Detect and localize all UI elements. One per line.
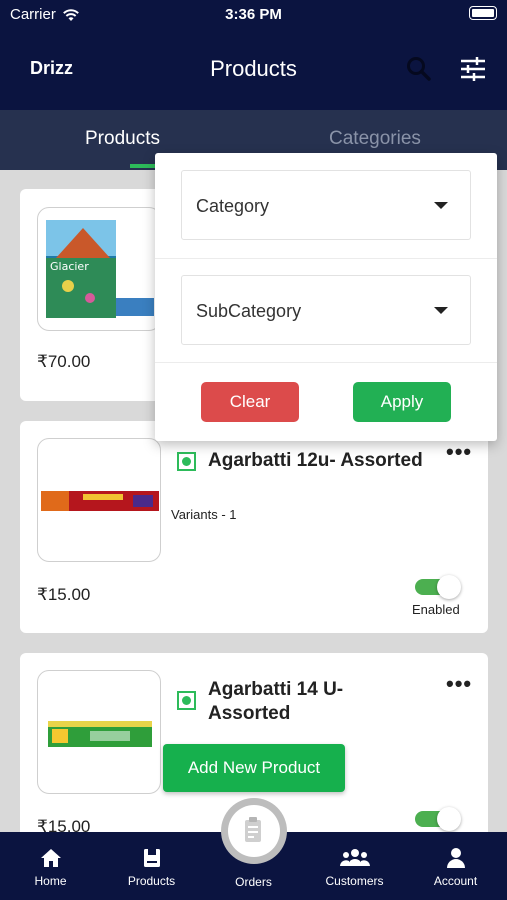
search-button[interactable] — [404, 54, 434, 84]
product-image — [37, 438, 161, 562]
chevron-down-icon — [434, 202, 448, 209]
subcategory-select[interactable]: SubCategory — [181, 275, 471, 345]
product-image-art: Glacier — [46, 220, 154, 318]
tab-products[interactable]: Products — [85, 128, 160, 150]
product-image-art — [48, 721, 152, 747]
nav-label: Account — [433, 874, 478, 888]
category-select[interactable]: Category — [181, 170, 471, 240]
filter-panel: Category SubCategory Clear Apply — [155, 153, 497, 441]
nav-label: Home — [34, 874, 67, 888]
more-options-icon[interactable]: ••• — [446, 439, 472, 465]
orders-icon — [245, 817, 261, 842]
divider — [155, 362, 497, 363]
nav-item-account[interactable]: Account — [405, 832, 506, 900]
tab-categories[interactable]: Categories — [329, 128, 421, 150]
veg-indicator-icon — [177, 691, 196, 710]
svg-text:Glacier: Glacier — [50, 260, 89, 273]
home-icon — [40, 849, 61, 867]
products-icon — [143, 849, 160, 867]
toggle-knob — [437, 807, 461, 831]
nav-label: Orders — [235, 875, 272, 889]
subcategory-select-label: SubCategory — [196, 301, 302, 321]
product-price: ₹70.00 — [37, 352, 91, 371]
toggle-knob — [437, 575, 461, 599]
product-variants: Variants - 1 — [171, 507, 237, 522]
more-options-icon[interactable]: ••• — [446, 671, 472, 697]
category-select-label: Category — [196, 196, 270, 216]
product-image — [37, 670, 161, 794]
orders-fab[interactable] — [221, 798, 287, 864]
sliders-icon — [461, 57, 485, 81]
add-new-product-button[interactable]: Add New Product — [163, 744, 345, 792]
product-name: Agarbatti 14 U- Assorted — [208, 679, 344, 724]
veg-indicator-icon — [177, 452, 196, 471]
divider — [155, 258, 497, 259]
nav-item-products[interactable]: Products — [101, 832, 202, 900]
filter-button[interactable] — [458, 54, 488, 84]
customers-icon — [339, 849, 370, 866]
nav-label: Products — [127, 874, 176, 888]
search-icon — [407, 57, 431, 81]
account-icon — [446, 848, 465, 868]
product-image: Glacier — [37, 207, 161, 331]
product-card[interactable]: Agarbatti 12u- Assorted ••• Variants - 1… — [20, 421, 488, 633]
status-time: 3:36 PM — [225, 6, 282, 23]
nav-item-customers[interactable]: Customers — [304, 832, 405, 900]
nav-label: Customers — [325, 874, 384, 888]
nav-item-home[interactable]: Home — [0, 832, 101, 900]
enabled-toggle[interactable] — [415, 807, 461, 831]
apply-button[interactable]: Apply — [353, 382, 451, 422]
app-header: Drizz Products — [0, 30, 507, 110]
orders-fab-inner — [228, 805, 280, 857]
status-bar: Carrier 3:36 PM — [0, 0, 507, 30]
battery-icon — [469, 6, 497, 20]
status-label: Enabled — [412, 602, 460, 617]
product-price: ₹15.00 — [37, 585, 91, 604]
enabled-toggle[interactable] — [415, 575, 461, 599]
product-name: Agarbatti 12u- Assorted — [208, 450, 423, 471]
chevron-down-icon — [434, 307, 448, 314]
product-image-art — [41, 491, 159, 511]
clear-button[interactable]: Clear — [201, 382, 299, 422]
